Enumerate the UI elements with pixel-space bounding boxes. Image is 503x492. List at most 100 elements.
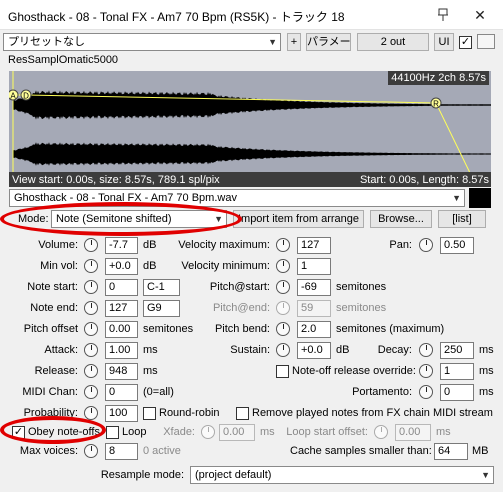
- xfade-label: Xfade:: [163, 426, 195, 438]
- volume-input[interactable]: -7.7: [105, 237, 138, 254]
- preset-value: プリセットなし: [8, 36, 85, 48]
- marker-d[interactable]: D: [20, 89, 32, 101]
- marker-a[interactable]: A: [9, 89, 19, 101]
- removeplayed-label: Remove played notes from FX chain MIDI s…: [252, 407, 493, 419]
- maxvoices-input[interactable]: 8: [105, 443, 138, 460]
- velmin-knob[interactable]: [276, 259, 290, 273]
- params-button[interactable]: パラメータ: [306, 33, 351, 51]
- list-button[interactable]: [list]: [438, 210, 486, 228]
- active-voices: 0 active: [143, 445, 181, 457]
- noteoff-override-label: Note-off release override:: [292, 365, 416, 377]
- pitchend-label: Pitch@end:: [212, 302, 270, 314]
- release-label: Release:: [34, 365, 78, 377]
- browse-button[interactable]: Browse...: [370, 210, 432, 228]
- pitchoffset-knob[interactable]: [84, 322, 98, 336]
- noteoff-override-checkbox[interactable]: [276, 365, 289, 378]
- notestart-knob[interactable]: [84, 280, 98, 294]
- xfade-knob: [201, 425, 215, 439]
- pan-knob[interactable]: [419, 238, 433, 252]
- release-knob[interactable]: [84, 364, 98, 378]
- velmax-label: Velocity maximum:: [178, 239, 270, 251]
- marker-r[interactable]: R: [430, 97, 442, 109]
- io-button[interactable]: 2 out: [357, 33, 429, 51]
- svg-text:R: R: [433, 100, 439, 109]
- pitchstart-unit: semitones: [336, 281, 387, 293]
- pitchbend-label: Pitch bend:: [214, 323, 270, 335]
- import-item-button[interactable]: Import item from arrange: [233, 210, 364, 228]
- portamento-label: Portamento:: [352, 386, 412, 398]
- pitchend-input: 59: [297, 300, 331, 317]
- minvol-label: Min vol:: [40, 260, 78, 272]
- midichan-label: MIDI Chan:: [22, 386, 78, 398]
- loopstart-unit: ms: [436, 426, 451, 438]
- sustain-label: Sustain:: [230, 344, 270, 356]
- minvol-input[interactable]: +0.0: [105, 258, 138, 275]
- pitchstart-knob[interactable]: [276, 280, 290, 294]
- pitchstart-label: Pitch@start:: [209, 281, 270, 293]
- velmin-label: Velocity minimum:: [181, 260, 270, 272]
- resample-label: Resample mode:: [100, 469, 184, 481]
- resample-value: (project default): [195, 469, 272, 481]
- portamento-unit: ms: [479, 386, 494, 398]
- bypass-checkbox[interactable]: ✓: [459, 36, 472, 49]
- annotation-ellipse-obey: [0, 416, 106, 444]
- removeplayed-checkbox[interactable]: [236, 407, 249, 420]
- decay-input[interactable]: 250: [440, 342, 474, 359]
- probability-knob[interactable]: [84, 406, 98, 420]
- velmax-knob[interactable]: [276, 238, 290, 252]
- cache-unit: MB: [472, 445, 489, 457]
- midichan-knob[interactable]: [84, 385, 98, 399]
- pin-icon[interactable]: [430, 4, 456, 26]
- sustain-unit: dB: [336, 344, 350, 356]
- loopstart-label: Loop start offset:: [286, 426, 368, 438]
- waveform-channel-2: [13, 142, 491, 166]
- attack-knob[interactable]: [84, 343, 98, 357]
- pan-input[interactable]: 0.50: [440, 237, 474, 254]
- noteend-knob[interactable]: [84, 301, 98, 315]
- portamento-knob[interactable]: [419, 385, 433, 399]
- title-bar[interactable]: Ghosthack - 08 - Tonal FX - Am7 70 Bpm (…: [0, 0, 503, 30]
- resample-select[interactable]: (project default) ▼: [190, 466, 494, 484]
- pitchstart-input[interactable]: -69: [297, 279, 331, 296]
- waveform-display[interactable]: A D R 44100Hz 2ch 8.57s View start: 0.00…: [9, 71, 491, 187]
- wet-knob-box[interactable]: [477, 34, 495, 49]
- ui-button[interactable]: UI: [434, 33, 454, 51]
- volume-label: Volume:: [38, 239, 78, 251]
- attack-input[interactable]: 1.00: [105, 342, 138, 359]
- release-input[interactable]: 948: [105, 363, 138, 380]
- sustain-input[interactable]: +0.0: [297, 342, 331, 359]
- chevron-down-icon: ▼: [268, 37, 277, 47]
- cache-input[interactable]: 64: [434, 443, 468, 460]
- sustain-knob[interactable]: [276, 343, 290, 357]
- start-readout: Start: 0.00s, Length: 8.57s: [359, 174, 489, 186]
- minvol-knob[interactable]: [84, 259, 98, 273]
- notestart-label: Note start:: [27, 281, 78, 293]
- velmin-input[interactable]: 1: [297, 258, 331, 275]
- add-preset-button[interactable]: +: [287, 33, 301, 51]
- noteoff-override-input[interactable]: 1: [440, 363, 474, 380]
- noteend-input[interactable]: 127: [105, 300, 138, 317]
- color-swatch[interactable]: [469, 188, 491, 208]
- decay-knob[interactable]: [419, 343, 433, 357]
- portamento-input[interactable]: 0: [440, 384, 474, 401]
- probability-input[interactable]: 100: [105, 405, 138, 422]
- roundrobin-checkbox[interactable]: [143, 407, 156, 420]
- cache-label: Cache samples smaller than:: [290, 445, 432, 457]
- midichan-unit: (0=all): [143, 386, 174, 398]
- volume-knob[interactable]: [84, 238, 98, 252]
- notestart-input[interactable]: 0: [105, 279, 138, 296]
- velmax-input[interactable]: 127: [297, 237, 331, 254]
- plugin-name: ResSamplOmatic5000: [8, 54, 119, 66]
- attack-label: Attack:: [44, 344, 78, 356]
- volume-unit: dB: [143, 239, 157, 251]
- loop-checkbox[interactable]: [106, 426, 119, 439]
- maxvoices-knob[interactable]: [84, 444, 98, 458]
- pitchbend-knob[interactable]: [276, 322, 290, 336]
- pitchbend-input[interactable]: 2.0: [297, 321, 331, 338]
- pitchoffset-input[interactable]: 0.00: [105, 321, 138, 338]
- view-readout: View start: 0.00s, size: 8.57s, 789.1 sp…: [12, 174, 220, 186]
- preset-select[interactable]: プリセットなし ▼: [3, 33, 281, 51]
- noteoff-override-knob[interactable]: [419, 364, 433, 378]
- close-icon[interactable]: ✕: [467, 4, 493, 26]
- midichan-input[interactable]: 0: [105, 384, 138, 401]
